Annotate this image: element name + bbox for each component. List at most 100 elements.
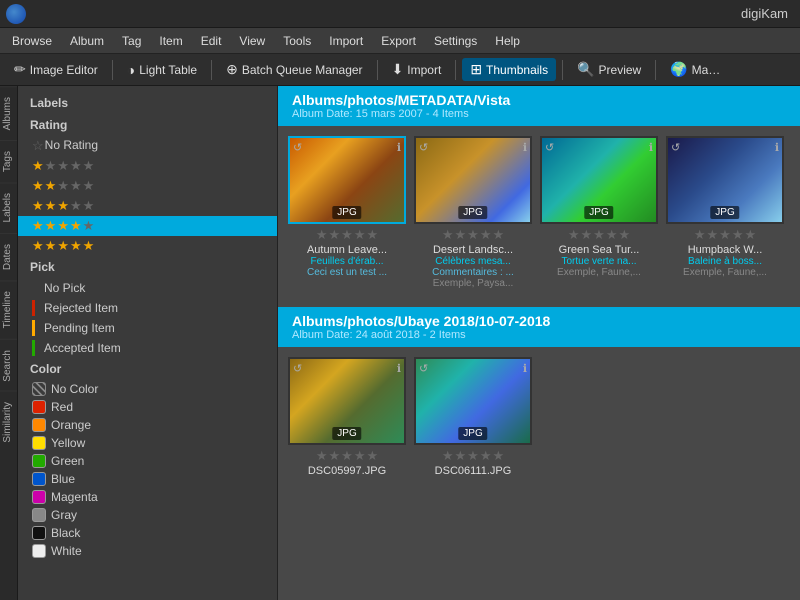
thumb-title: DSC06111.JPG xyxy=(414,465,532,477)
thumbnail-thumb-autumn[interactable]: JPG ℹ ↺ ★★★★★ Autumn Leave... Feuilles d… xyxy=(288,136,406,289)
app-title: digiKam xyxy=(741,6,788,21)
thumb-image-thumb-autumn[interactable]: JPG ℹ ↺ xyxy=(288,136,406,224)
batch-queue-icon: ⊕ xyxy=(226,61,238,78)
star-empty: ★ xyxy=(70,178,82,194)
thumbnails-grid-album-ubaye: JPG ℹ ↺ ★★★★★ DSC05997.JPG JPG ℹ ↺ ★★★★★… xyxy=(278,347,800,487)
thumb-star: ★ xyxy=(455,227,467,243)
color-dot-green xyxy=(32,454,46,468)
menu-edit[interactable]: Edit xyxy=(193,32,230,50)
color-item-gray[interactable]: Gray xyxy=(18,506,277,524)
star-empty: ★ xyxy=(57,178,69,194)
menu-album[interactable]: Album xyxy=(62,32,112,50)
thumb-star: ★ xyxy=(492,448,504,464)
toolbar-btn-map[interactable]: 🌍Ma… xyxy=(662,58,728,81)
thumb-star: ★ xyxy=(354,227,366,243)
vtab-dates[interactable]: Dates xyxy=(0,233,17,280)
color-section: No ColorRedOrangeYellowGreen Blue Magenta G… xyxy=(18,380,277,560)
color-label: Black xyxy=(51,526,80,540)
vtab-timeline[interactable]: Timeline xyxy=(0,280,17,338)
thumb-image-thumb-lake[interactable]: JPG ℹ ↺ xyxy=(414,357,532,445)
star-empty: ★ xyxy=(70,158,82,174)
menu-view[interactable]: View xyxy=(231,32,273,50)
labels-title: Labels xyxy=(18,92,277,114)
thumbnail-thumb-lake[interactable]: JPG ℹ ↺ ★★★★★ DSC06111.JPG xyxy=(414,357,532,477)
pick-color-line xyxy=(32,320,35,336)
thumb-format-badge: JPG xyxy=(584,206,613,219)
toolbar-btn-light-table[interactable]: ◑Light Table xyxy=(119,59,205,81)
stars-display: ★★★★★ xyxy=(32,178,94,194)
toolbar-label-import: Import xyxy=(407,63,441,77)
rating-item-3stars[interactable]: ★★★★★ xyxy=(18,196,277,216)
rating-label: No Rating xyxy=(45,138,98,154)
menu-help[interactable]: Help xyxy=(487,32,528,50)
color-dot-magenta xyxy=(32,490,46,504)
toolbar-sep-6 xyxy=(655,60,656,80)
vtab-search[interactable]: Search xyxy=(0,339,17,392)
rating-item-1star[interactable]: ★★★★★ xyxy=(18,156,277,176)
star-filled: ★ xyxy=(32,238,44,254)
toolbar-btn-import[interactable]: ⬇Import xyxy=(384,58,450,81)
thumb-image-thumb-desert[interactable]: JPG ℹ ↺ xyxy=(414,136,532,224)
color-item-orange[interactable]: Orange xyxy=(18,416,277,434)
pick-item-accepted[interactable]: Accepted Item xyxy=(18,338,277,358)
rating-item-no-rating[interactable]: ☆ No Rating xyxy=(18,136,277,156)
color-label: Blue xyxy=(51,472,75,486)
thumb-title: Humpback W... xyxy=(666,244,784,256)
color-item-magenta[interactable]: Magenta xyxy=(18,488,277,506)
info-icon: ℹ xyxy=(523,362,527,375)
menu-export[interactable]: Export xyxy=(373,32,424,50)
pick-item-no-pick[interactable]: No Pick xyxy=(18,278,277,298)
color-dot-gray xyxy=(32,508,46,522)
thumb-title: DSC05997.JPG xyxy=(288,465,406,477)
color-label: Gray xyxy=(51,508,77,522)
color-item-blue[interactable]: Blue xyxy=(18,470,277,488)
menu-import[interactable]: Import xyxy=(321,32,371,50)
star-filled: ★ xyxy=(70,238,82,254)
menu-browse[interactable]: Browse xyxy=(4,32,60,50)
toolbar-btn-image-editor[interactable]: ✏Image Editor xyxy=(6,58,106,81)
vtab-albums[interactable]: Albums xyxy=(0,86,17,140)
thumb-image-thumb-bear[interactable]: JPG ℹ ↺ xyxy=(288,357,406,445)
toolbar-btn-preview[interactable]: 🔍Preview xyxy=(569,58,649,81)
pick-item-rejected[interactable]: Rejected Item xyxy=(18,298,277,318)
menu-tag[interactable]: Tag xyxy=(114,32,149,50)
color-item-white[interactable]: White xyxy=(18,542,277,560)
thumb-star: ★ xyxy=(467,227,479,243)
menu-settings[interactable]: Settings xyxy=(426,32,485,50)
thumb-star: ★ xyxy=(442,448,454,464)
thumbnail-thumb-whale[interactable]: JPG ℹ ↺ ★★★★★ Humpback W... Baleine à bo… xyxy=(666,136,784,289)
album-date: Album Date: 15 mars 2007 - 4 Items xyxy=(292,108,786,120)
info-icon: ℹ xyxy=(775,141,779,154)
thumb-format-badge: JPG xyxy=(458,206,487,219)
toolbar-sep-2 xyxy=(211,60,212,80)
menu-tools[interactable]: Tools xyxy=(275,32,319,50)
thumb-star: ★ xyxy=(329,227,341,243)
rating-item-4stars[interactable]: ★★★★★ xyxy=(18,216,277,236)
vtab-similarity[interactable]: Similarity xyxy=(0,391,17,453)
vtab-labels[interactable]: Labels xyxy=(0,182,17,232)
color-item-green[interactable]: Green xyxy=(18,452,277,470)
thumbnail-thumb-turtle[interactable]: JPG ℹ ↺ ★★★★★ Green Sea Tur... Tortue ve… xyxy=(540,136,658,289)
menu-item[interactable]: Item xyxy=(151,32,190,50)
thumbnail-thumb-bear[interactable]: JPG ℹ ↺ ★★★★★ DSC05997.JPG xyxy=(288,357,406,477)
rating-item-2stars[interactable]: ★★★★★ xyxy=(18,176,277,196)
thumb-star: ★ xyxy=(329,448,341,464)
rating-item-5stars[interactable]: ★★★★★ xyxy=(18,236,277,256)
thumb-image-thumb-turtle[interactable]: JPG ℹ ↺ xyxy=(540,136,658,224)
pick-item-pending[interactable]: Pending Item xyxy=(18,318,277,338)
thumb-image-thumb-whale[interactable]: JPG ℹ ↺ xyxy=(666,136,784,224)
star-filled: ★ xyxy=(45,178,57,194)
color-item-red[interactable]: Red xyxy=(18,398,277,416)
toolbar-btn-batch-queue[interactable]: ⊕Batch Queue Manager xyxy=(218,58,370,81)
color-item-no-color[interactable]: No Color xyxy=(18,380,277,398)
pick-label: No Pick xyxy=(44,281,85,295)
color-item-yellow[interactable]: Yellow xyxy=(18,434,277,452)
vtab-tags[interactable]: Tags xyxy=(0,140,17,182)
thumb-star: ★ xyxy=(581,227,593,243)
color-item-black[interactable]: Black xyxy=(18,524,277,542)
thumb-title: Autumn Leave... xyxy=(288,244,406,256)
thumbnails-icon: ⊞ xyxy=(470,61,482,78)
toolbar-btn-thumbnails[interactable]: ⊞Thumbnails xyxy=(462,58,556,81)
thumbnail-thumb-desert[interactable]: JPG ℹ ↺ ★★★★★ Desert Landsc... Célèbres … xyxy=(414,136,532,289)
stars-display: ★★★★★ xyxy=(32,198,94,214)
